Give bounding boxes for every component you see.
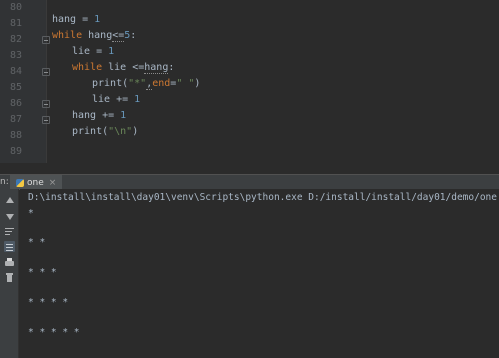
arrow-down-icon[interactable] — [4, 211, 15, 222]
scroll-to-end-icon[interactable] — [4, 241, 15, 252]
code-keyword: while — [52, 30, 83, 41]
run-tab-label: one — [27, 177, 44, 188]
code-line: lie += 1 — [92, 92, 140, 108]
fold-marker-icon[interactable] — [42, 116, 50, 124]
run-tab-one[interactable]: one × — [10, 175, 63, 190]
console-output[interactable]: D:\install\install\day01\venv\Scripts\py… — [20, 189, 499, 358]
code-text: hang = — [52, 14, 95, 25]
line-number: 86 — [9, 98, 22, 109]
code-text: print( — [92, 78, 129, 89]
fold-marker-icon[interactable] — [42, 36, 50, 44]
code-text: ) — [194, 78, 201, 89]
code-text: lie += — [92, 94, 135, 105]
line-number: 80 — [9, 2, 22, 13]
code-editor[interactable]: 80 81 82 83 84 85 86 87 88 89 hang = 1 w… — [0, 0, 499, 163]
code-text: ) — [132, 126, 139, 137]
code-line: hang = 1 — [52, 12, 100, 28]
line-number-gutter: 80 81 82 83 84 85 86 87 88 89 — [0, 0, 47, 163]
code-line: while lie <=hang: — [72, 60, 174, 76]
code-line: hang += 1 — [72, 108, 126, 124]
code-text: hang += — [72, 110, 121, 121]
code-operator: <= — [112, 30, 125, 42]
code-line: print("*",end=" ") — [92, 76, 200, 92]
code-line: while hang<=5: — [52, 28, 136, 44]
line-number: 84 — [9, 66, 22, 77]
code-keyword: while — [72, 62, 103, 73]
python-file-icon — [16, 178, 24, 187]
code-number: 1 — [94, 14, 101, 25]
fold-marker-icon[interactable] — [42, 68, 50, 76]
console-output-line: * * — [28, 237, 46, 248]
console-output-line: * * * — [28, 267, 57, 278]
code-line: lie = 1 — [72, 44, 114, 60]
trash-icon[interactable] — [4, 272, 15, 283]
code-number: 1 — [134, 94, 141, 105]
console-output-line: * — [28, 208, 34, 219]
line-number: 85 — [9, 82, 22, 93]
close-icon[interactable]: × — [49, 178, 57, 188]
console-command: D:\install\install\day01\venv\Scripts\py… — [28, 192, 499, 203]
soft-wrap-icon[interactable] — [4, 226, 15, 237]
console-output-line: * * * * — [28, 297, 69, 308]
line-number: 81 — [9, 18, 22, 29]
line-number: 82 — [9, 34, 22, 45]
code-text: hang — [144, 62, 169, 74]
code-text: lie = — [72, 46, 109, 57]
arrow-up-icon[interactable] — [4, 195, 15, 206]
print-icon[interactable] — [4, 257, 15, 268]
code-string: "*" — [128, 78, 147, 89]
code-line: print("\n") — [72, 124, 138, 140]
code-string: " " — [176, 78, 195, 89]
code-number: 1 — [108, 46, 115, 57]
run-toolbar — [0, 189, 19, 358]
fold-marker-icon[interactable] — [42, 100, 50, 108]
code-text: print( — [72, 126, 109, 137]
console-output-line: * * * * * — [28, 327, 80, 338]
code-keyword: end — [152, 78, 171, 89]
code-text: lie <= — [102, 62, 145, 73]
line-number: 88 — [9, 130, 22, 141]
code-text: : — [130, 30, 137, 41]
line-number: 89 — [9, 146, 22, 157]
code-text: : — [168, 62, 175, 73]
run-panel-label: n: — [0, 177, 9, 187]
code-number: 1 — [120, 110, 127, 121]
line-number: 83 — [9, 50, 22, 61]
code-string: "\n" — [108, 126, 133, 137]
line-number: 87 — [9, 114, 22, 125]
run-panel-header: n: one × — [0, 174, 499, 190]
code-text: hang — [82, 30, 113, 41]
